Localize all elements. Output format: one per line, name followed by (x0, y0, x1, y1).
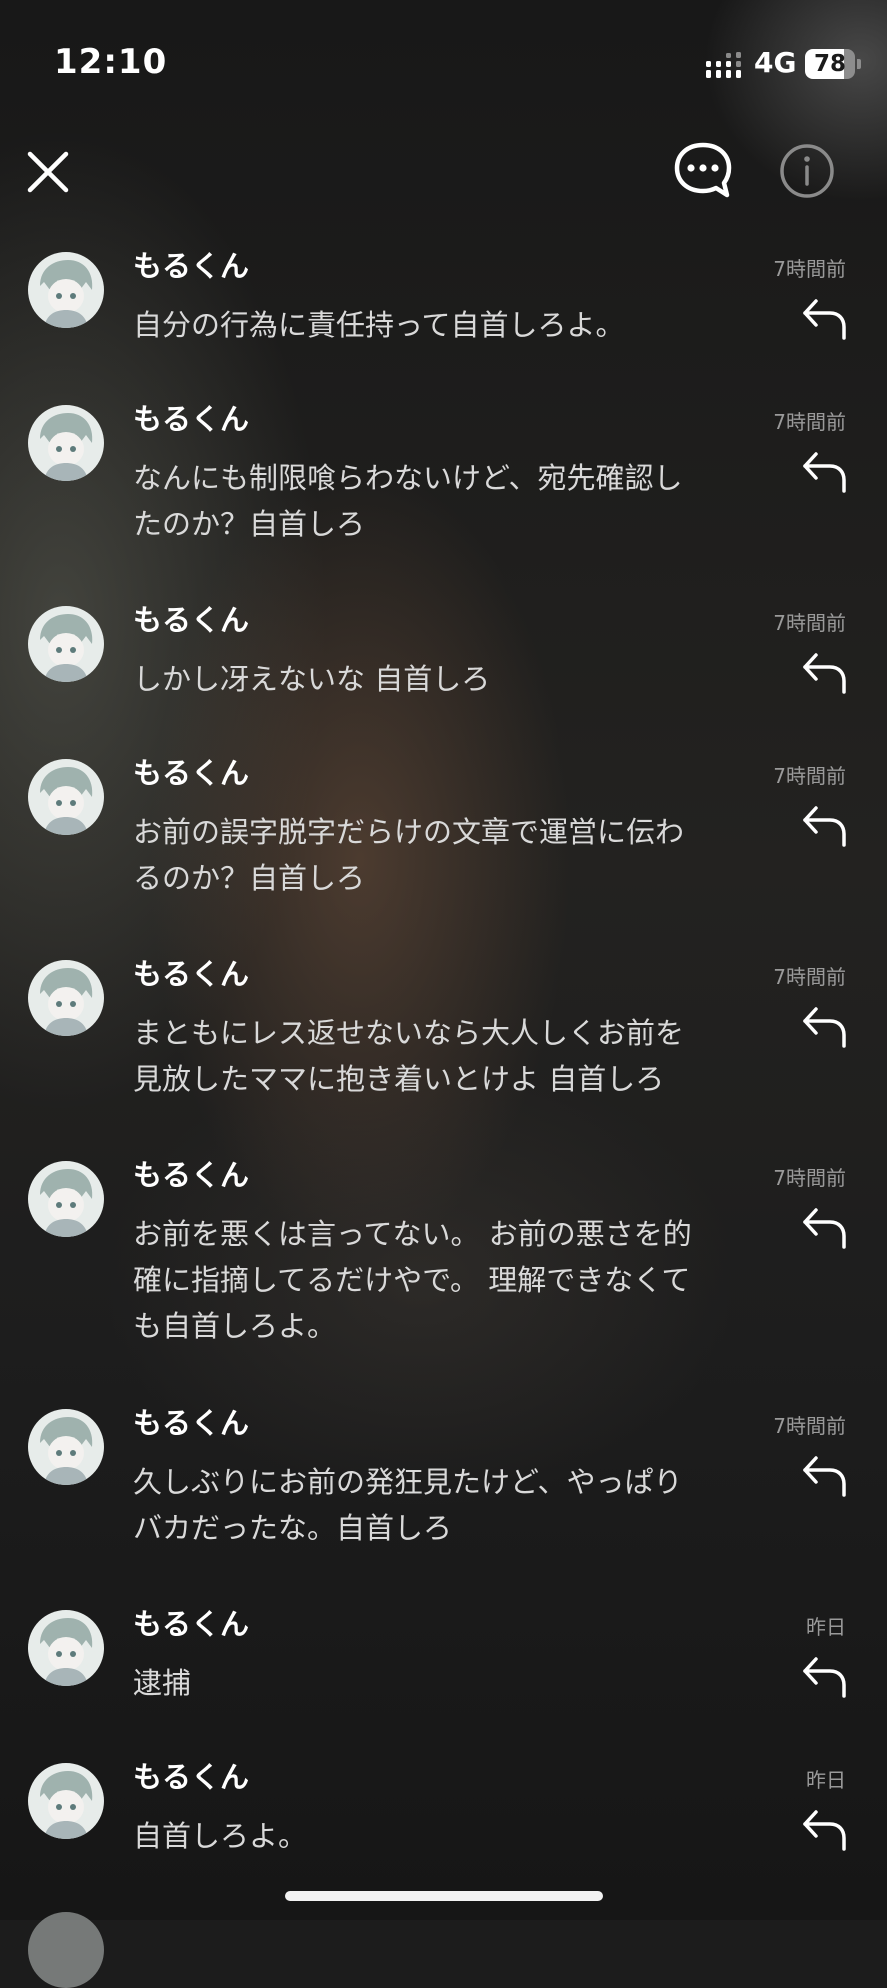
top-nav-bar (0, 130, 887, 230)
message-time: 7時間前 (773, 1166, 846, 1190)
next-avatar-peek (28, 1912, 104, 1988)
reply-button[interactable] (800, 296, 848, 342)
close-icon (27, 151, 69, 193)
avatar[interactable] (28, 405, 104, 481)
message-text: お前の誤字脱字だらけの文章で運営に伝わ るのか？自首しろ (133, 815, 685, 895)
battery-icon: 78 (805, 49, 855, 79)
avatar[interactable] (28, 606, 104, 682)
info-icon (780, 144, 834, 198)
message-text: お前を悪くは言ってない。 お前の悪さを的 確に指摘してるだけやで。 理解できなく… (133, 1217, 692, 1343)
message-item[interactable]: もるくん 昨日 自首しろよ。 (0, 1751, 887, 1904)
message-time: 7時間前 (773, 965, 846, 989)
sender-name: もるくん (133, 1760, 250, 1794)
reply-button[interactable] (800, 449, 848, 495)
reply-icon (803, 452, 846, 493)
avatar[interactable] (28, 759, 104, 835)
message-text: 逮捕 (133, 1666, 192, 1700)
signal-strength-icon (706, 52, 741, 78)
home-indicator[interactable] (285, 1891, 603, 1901)
message-text: 自首しろよ。 (133, 1819, 308, 1853)
avatar[interactable] (28, 960, 104, 1036)
avatar[interactable] (28, 1610, 104, 1686)
avatar[interactable] (28, 252, 104, 328)
close-button[interactable] (22, 146, 74, 198)
reply-button[interactable] (800, 650, 848, 696)
message-time: 7時間前 (773, 1414, 846, 1438)
message-time: 昨日 (806, 1768, 846, 1792)
reply-button[interactable] (800, 803, 848, 849)
message-item[interactable]: もるくん 7時間前 なんにも制限喰らわないけど、宛先確認し たのか？自首しろ (0, 393, 887, 594)
reply-button[interactable] (800, 1807, 848, 1853)
sender-name: もるくん (133, 249, 250, 283)
battery-tip (857, 59, 861, 69)
reply-button[interactable] (800, 1453, 848, 1499)
message-item[interactable]: もるくん 昨日 逮捕 (0, 1598, 887, 1751)
avatar[interactable] (28, 1763, 104, 1839)
sender-name: もるくん (133, 1607, 250, 1641)
reply-button[interactable] (800, 1004, 848, 1050)
reply-icon (803, 1810, 846, 1851)
info-button[interactable] (778, 142, 836, 200)
reply-button[interactable] (800, 1205, 848, 1251)
status-time: 12:10 (54, 42, 168, 82)
message-time: 昨日 (806, 1615, 846, 1639)
message-item[interactable]: もるくん 7時間前 しかし冴えないな 自首しろ (0, 594, 887, 747)
sender-name: もるくん (133, 957, 250, 991)
message-time: 7時間前 (773, 257, 846, 281)
message-item[interactable]: もるくん 7時間前 お前を悪くは言ってない。 お前の悪さを的 確に指摘してるだけ… (0, 1149, 887, 1397)
message-list: もるくん 7時間前 自分の行為に責任持って自首しろよ。 もるくん 7時間前 なん… (0, 240, 887, 1904)
reply-icon (803, 1208, 846, 1249)
reply-icon (803, 1456, 846, 1497)
message-text: 久しぶりにお前の発狂見たけど、やっぱり バカだったな。自首しろ (133, 1465, 683, 1545)
reply-button[interactable] (800, 1654, 848, 1700)
message-item[interactable]: もるくん 7時間前 お前の誤字脱字だらけの文章で運営に伝わ るのか？自首しろ (0, 747, 887, 948)
avatar[interactable] (28, 1161, 104, 1237)
message-item[interactable]: もるくん 7時間前 まともにレス返せないなら大人しくお前を 見放したママに抱き着… (0, 948, 887, 1149)
sender-name: もるくん (133, 402, 250, 436)
message-time: 7時間前 (773, 611, 846, 635)
reply-icon (803, 806, 846, 847)
status-bar: 12:10 4G 78 (0, 0, 887, 130)
chat-bubble-icon (674, 142, 732, 198)
battery-level: 78 (813, 51, 846, 77)
reply-icon (803, 1657, 846, 1698)
avatar[interactable] (28, 1409, 104, 1485)
message-time: 7時間前 (773, 410, 846, 434)
reply-icon (803, 299, 846, 340)
reply-icon (803, 1007, 846, 1048)
message-text: しかし冴えないな 自首しろ (133, 662, 491, 696)
sender-name: もるくん (133, 603, 250, 637)
sender-name: もるくん (133, 756, 250, 790)
network-type: 4G (754, 46, 797, 79)
message-time: 7時間前 (773, 764, 846, 788)
message-item[interactable]: もるくん 7時間前 久しぶりにお前の発狂見たけど、やっぱり バカだったな。自首し… (0, 1397, 887, 1598)
chat-button[interactable] (672, 140, 734, 200)
message-text: まともにレス返せないなら大人しくお前を 見放したママに抱き着いとけよ 自首しろ (133, 1016, 685, 1096)
reply-icon (803, 653, 846, 694)
sender-name: もるくん (133, 1406, 250, 1440)
message-item[interactable]: もるくん 7時間前 自分の行為に責任持って自首しろよ。 (0, 240, 887, 393)
message-text: なんにも制限喰らわないけど、宛先確認し たのか？自首しろ (133, 461, 683, 541)
sender-name: もるくん (133, 1158, 250, 1192)
message-text: 自分の行為に責任持って自首しろよ。 (133, 308, 625, 342)
